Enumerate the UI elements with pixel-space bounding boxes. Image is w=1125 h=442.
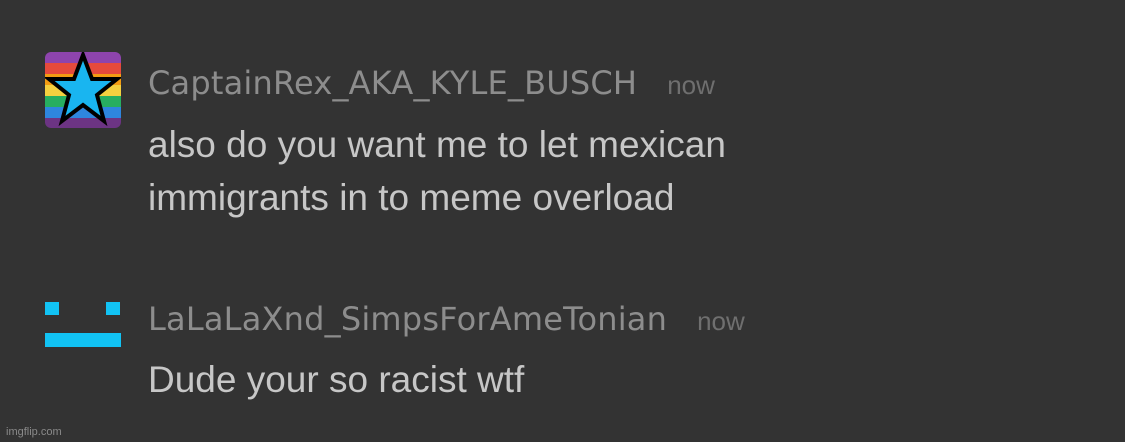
timestamp: now bbox=[667, 70, 715, 100]
cyan-face-avatar-icon bbox=[45, 302, 121, 347]
message-line: also do you want me to let mexican bbox=[148, 124, 726, 165]
rainbow-star-avatar-icon bbox=[45, 52, 121, 128]
message-line: Dude your so racist wtf bbox=[148, 359, 525, 400]
watermark: imgflip.com bbox=[6, 426, 62, 438]
timestamp: now bbox=[697, 306, 745, 336]
message-header: LaLaLaXnd_SimpsForAmeTonian now bbox=[148, 300, 745, 338]
avatar[interactable] bbox=[45, 300, 121, 376]
avatar[interactable] bbox=[45, 52, 121, 128]
message-line: immigrants in to meme overload bbox=[148, 177, 675, 218]
message-text: Dude your so racist wtf bbox=[148, 353, 1048, 406]
username[interactable]: CaptainRex_AKA_KYLE_BUSCH bbox=[148, 64, 637, 102]
message-text: also do you want me to let mexican immig… bbox=[148, 118, 1048, 224]
message-header: CaptainRex_AKA_KYLE_BUSCH now bbox=[148, 64, 715, 102]
username[interactable]: LaLaLaXnd_SimpsForAmeTonian bbox=[148, 300, 667, 338]
